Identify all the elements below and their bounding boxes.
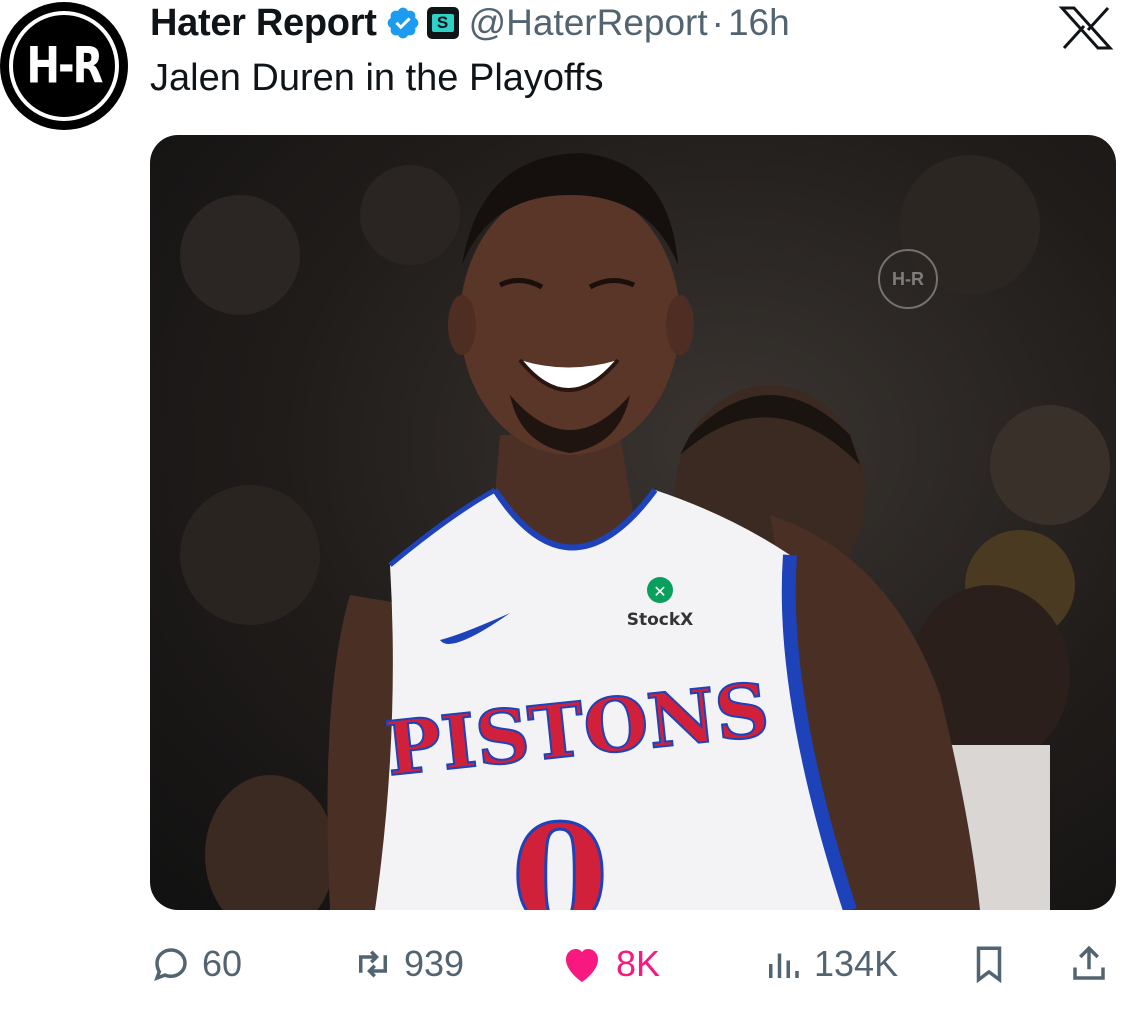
views-count: 134K xyxy=(814,943,899,984)
heart-icon xyxy=(566,949,598,982)
repost-button[interactable]: 939 xyxy=(352,934,464,994)
views-chart-icon xyxy=(769,953,799,978)
affiliate-badge-icon[interactable]: S xyxy=(426,7,459,39)
reply-count: 60 xyxy=(202,943,243,984)
share-button[interactable] xyxy=(1068,934,1110,994)
separator-dot: · xyxy=(711,2,724,43)
repost-icon xyxy=(359,950,387,978)
player-photo: ✕ StockX PISTONS 0 xyxy=(180,153,1110,910)
avatar[interactable]: H-R xyxy=(0,2,128,130)
reply-button[interactable]: 60 xyxy=(150,934,242,994)
jersey-number: 0 xyxy=(511,795,608,910)
reply-icon xyxy=(154,948,187,981)
tweet-image[interactable]: ✕ StockX PISTONS 0 H-R xyxy=(150,135,1116,910)
action-bar: 60 939 8K 134K xyxy=(150,934,1116,994)
like-button[interactable]: 8K xyxy=(558,934,660,994)
x-logo-icon xyxy=(1058,6,1114,50)
jersey-sponsor: StockX xyxy=(627,610,694,630)
tweet-text: Jalen Duren in the Playoffs xyxy=(150,57,604,99)
tweet-header: Hater Report S @HaterReport · 16h xyxy=(150,0,790,46)
user-handle[interactable]: @HaterReport xyxy=(469,2,708,44)
views-button[interactable]: 134K xyxy=(762,934,898,994)
affiliate-badge-letter: S xyxy=(431,14,454,32)
like-count: 8K xyxy=(616,943,661,984)
share-icon xyxy=(1073,945,1105,980)
bookmark-button[interactable] xyxy=(968,934,1010,994)
display-name[interactable]: Hater Report xyxy=(150,2,377,45)
verified-badge-icon[interactable] xyxy=(385,5,421,41)
hater-report-logo-icon: H-R xyxy=(9,11,119,121)
repost-count: 939 xyxy=(404,943,465,984)
bookmark-icon xyxy=(976,946,1002,984)
watermark: H-R xyxy=(878,249,938,309)
avatar-text: H-R xyxy=(26,37,104,95)
timestamp[interactable]: 16h xyxy=(728,2,790,44)
stockx-logo-icon: ✕ xyxy=(653,582,666,601)
